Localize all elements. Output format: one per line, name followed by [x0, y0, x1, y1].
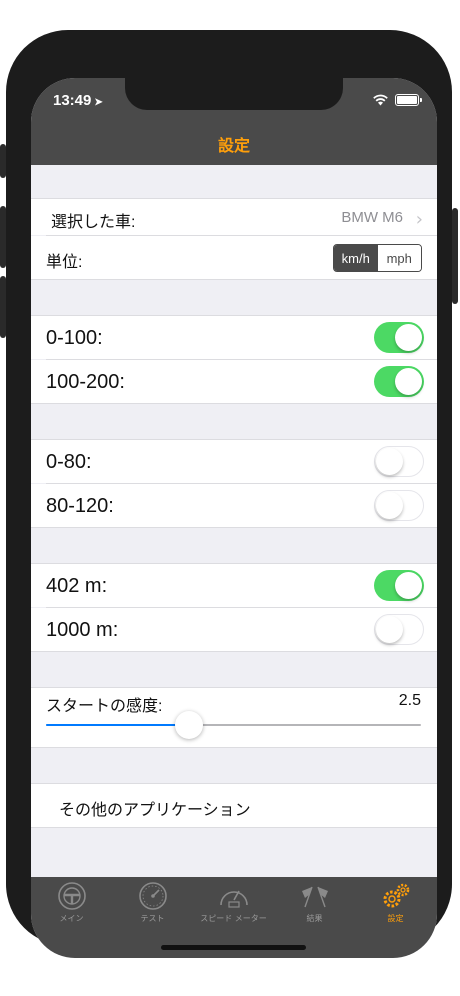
device-frame: 13:49 ➤ 設定 選択した車: BMW M6 › 単位: km/h mph … [0, 0, 460, 996]
toggle-row-80-120: 80-120: [31, 484, 437, 527]
phone-body: 13:49 ➤ 設定 選択した車: BMW M6 › 単位: km/h mph … [6, 30, 452, 958]
slider-fill [46, 724, 189, 726]
toggle-switch-402m[interactable] [374, 570, 424, 601]
nav-bar: 設定 [31, 122, 437, 165]
nav-title: 設定 [217, 135, 250, 155]
toggle-row-402m: 402 m: [31, 564, 437, 607]
home-indicator [161, 945, 306, 950]
steering-wheel-icon [57, 882, 86, 910]
tab-test[interactable]: テスト [112, 881, 193, 927]
sensitivity-label: スタートの感度: [46, 698, 163, 715]
notch [125, 78, 343, 110]
toggle-switch-0-80[interactable] [374, 446, 424, 477]
toggle-label-100-200: 100-200: [46, 371, 125, 393]
tab-label: 結果 [306, 914, 323, 923]
car-select-row[interactable]: 選択した車: BMW M6 › [31, 199, 437, 235]
separator [31, 279, 437, 280]
separator [31, 403, 437, 404]
toggle-row-0-100: 0-100: [31, 316, 437, 359]
unit-segmented-control[interactable]: km/h mph [333, 244, 422, 272]
other-apps-row[interactable]: その他のアプリケーション [31, 784, 437, 827]
separator [31, 747, 437, 748]
other-apps-label: その他のアプリケーション [59, 802, 251, 819]
toggle-row-1000m: 1000 m: [31, 608, 437, 651]
separator [31, 827, 437, 828]
unit-row: 単位: km/h mph [31, 236, 437, 279]
status-time: 13:49 ➤ [53, 92, 103, 109]
toggle-row-100-200: 100-200: [31, 360, 437, 403]
gears-icon [383, 883, 409, 908]
tab-speedometer[interactable]: スピード メーター [193, 881, 274, 927]
car-value: BMW M6 [341, 209, 403, 226]
status-icons [372, 94, 422, 106]
screen: 13:49 ➤ 設定 選択した車: BMW M6 › 単位: km/h mph … [31, 78, 437, 958]
chevron-right-icon: › [415, 209, 423, 230]
sensitivity-slider[interactable] [46, 711, 421, 739]
separator [31, 651, 437, 652]
wifi-icon [373, 94, 388, 106]
toggle-switch-100-200[interactable] [374, 366, 424, 397]
car-label: 選択した車: [51, 214, 136, 231]
toggle-label-80-120: 80-120: [46, 495, 114, 517]
power-button [452, 208, 458, 304]
settings-list: 選択した車: BMW M6 › 単位: km/h mph 0-100: 100-… [31, 165, 437, 877]
tab-label: スピード メーター [200, 914, 267, 923]
sensitivity-value: 2.5 [398, 692, 421, 709]
slider-thumb[interactable] [174, 711, 203, 739]
sensitivity-row: スタートの感度: 2.5 [31, 688, 437, 747]
tab-label: テスト [140, 914, 165, 923]
unit-option-kmh[interactable]: km/h [334, 245, 378, 271]
unit-label: 単位: [46, 254, 83, 271]
toggle-label-1000m: 1000 m: [46, 619, 119, 641]
toggle-label-402m: 402 m: [46, 575, 108, 597]
speedometer-icon [219, 890, 248, 908]
toggle-label-0-80: 0-80: [46, 451, 92, 473]
tab-label: 設定 [387, 914, 404, 923]
toggle-switch-80-120[interactable] [374, 490, 424, 521]
toggle-label-0-100: 0-100: [46, 327, 103, 349]
tab-label: メイン [59, 914, 84, 923]
location-arrow-icon: ➤ [94, 97, 103, 108]
gauge-icon [138, 882, 167, 910]
unit-option-mph[interactable]: mph [377, 245, 421, 271]
toggle-switch-0-100[interactable] [374, 322, 424, 353]
separator [31, 527, 437, 528]
checkered-flags-icon [301, 886, 328, 908]
toggle-row-0-80: 0-80: [31, 440, 437, 483]
battery-icon [395, 94, 422, 106]
toggle-switch-1000m[interactable] [374, 614, 424, 645]
time-text: 13:49 [53, 92, 92, 109]
tab-settings[interactable]: 設定 [355, 881, 436, 927]
tab-results[interactable]: 結果 [274, 881, 355, 927]
tab-main[interactable]: メイン [31, 881, 112, 927]
